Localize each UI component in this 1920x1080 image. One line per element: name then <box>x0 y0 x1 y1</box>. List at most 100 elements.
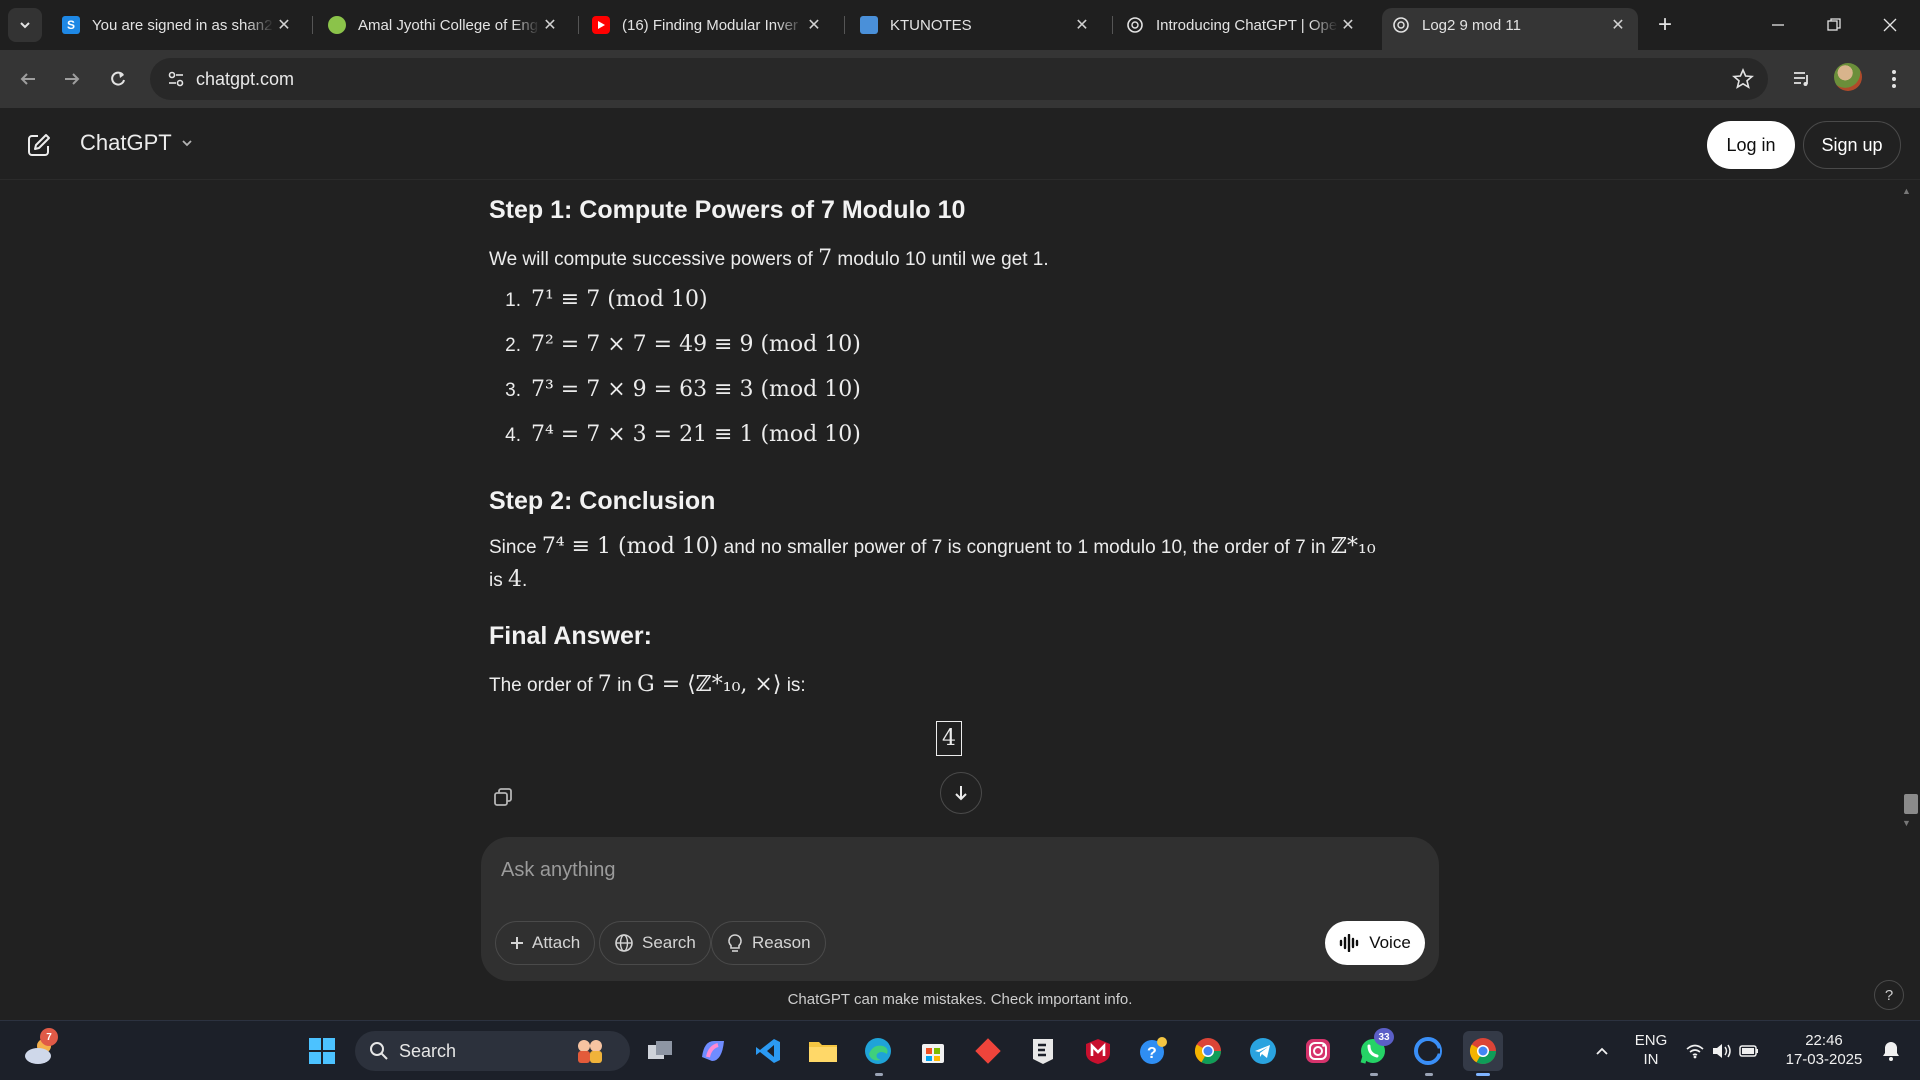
copy-button[interactable] <box>492 786 514 808</box>
reload-button[interactable] <box>102 63 134 95</box>
globe-icon <box>615 934 633 952</box>
copilot-icon[interactable] <box>693 1031 733 1071</box>
vscode-icon[interactable] <box>748 1031 788 1071</box>
model-selector[interactable]: ChatGPT <box>80 130 194 156</box>
show-hidden-icons-button[interactable] <box>1582 1031 1622 1071</box>
browser-tab[interactable]: (16) Finding Modular Inver ✕ <box>582 8 834 42</box>
brand-title: ChatGPT <box>80 130 172 155</box>
file-explorer-icon[interactable] <box>803 1031 843 1071</box>
forward-button[interactable] <box>56 63 88 95</box>
help-button[interactable]: ? <box>1874 980 1904 1010</box>
search-highlight-icon <box>574 1037 616 1070</box>
search-button[interactable]: Search <box>599 921 711 965</box>
browser-app-icon[interactable] <box>1408 1031 1448 1071</box>
close-icon[interactable]: ✕ <box>1608 15 1628 35</box>
edge-icon[interactable] <box>858 1031 898 1071</box>
voice-button[interactable]: Voice <box>1325 921 1425 965</box>
clock-time: 22:46 <box>1805 1032 1843 1049</box>
new-tab-button[interactable]: + <box>1650 10 1680 40</box>
list-item: 3. 7³ = 7 × 9 = 63 ≡ 3 (mod 10) <box>489 373 1439 418</box>
media-controls-button[interactable] <box>1786 63 1818 95</box>
close-window-button[interactable] <box>1862 0 1918 50</box>
chrome-icon[interactable] <box>1188 1031 1228 1071</box>
youtube-icon <box>592 16 610 34</box>
browser-tab-active[interactable]: Log2 9 mod 11 ✕ <box>1382 8 1638 50</box>
taskbar-search[interactable]: Search <box>355 1031 630 1071</box>
minimize-button[interactable] <box>1750 0 1806 50</box>
tab-separator <box>312 16 313 34</box>
intro-math: 7 <box>818 245 833 271</box>
search-icon <box>370 1042 388 1060</box>
new-chat-button[interactable] <box>22 128 56 162</box>
close-icon[interactable]: ✕ <box>1338 15 1358 35</box>
task-view-icon[interactable] <box>640 1031 680 1071</box>
final-math: G = ⟨ℤ*₁₀, ×⟩ <box>637 671 782 697</box>
login-button[interactable]: Log in <box>1707 121 1795 169</box>
restore-button[interactable] <box>1806 0 1862 50</box>
close-icon <box>1883 18 1897 32</box>
final-text: in <box>617 674 632 696</box>
s-letter-icon: S <box>62 16 80 34</box>
browser-tab-strip: S You are signed in as shan2 ✕ Amal Jyot… <box>0 0 1920 50</box>
message-composer[interactable]: Ask anything Attach Search Reason Voice <box>481 837 1439 981</box>
get-help-icon[interactable]: ? <box>1133 1031 1173 1071</box>
signup-button[interactable]: Sign up <box>1803 121 1901 169</box>
browser-tab[interactable]: Amal Jyothi College of Eng ✕ <box>318 8 570 42</box>
boxed-answer: 4 <box>936 720 962 756</box>
close-icon[interactable]: ✕ <box>540 15 560 35</box>
scrollbar-up-arrow[interactable]: ▲ <box>1902 186 1911 196</box>
back-button[interactable] <box>12 63 44 95</box>
tab-search-button[interactable] <box>8 8 42 42</box>
microsoft-store-icon[interactable] <box>913 1031 953 1071</box>
page-scrollbar-thumb[interactable] <box>1904 794 1918 814</box>
attach-button[interactable]: Attach <box>495 921 596 965</box>
close-icon[interactable]: ✕ <box>804 15 824 35</box>
epic-games-icon[interactable] <box>1023 1031 1063 1071</box>
reload-icon <box>111 71 125 86</box>
chrome-active-icon[interactable] <box>1463 1031 1503 1071</box>
prompt-input[interactable]: Ask anything <box>501 859 616 882</box>
final-math: 7 <box>597 671 612 697</box>
tab-title: You are signed in as shan2 <box>92 16 273 34</box>
chatgpt-header: ChatGPT <box>0 108 1920 180</box>
mcafee-icon[interactable] <box>1078 1031 1118 1071</box>
battery-icon <box>1739 1045 1758 1057</box>
site-info-icon[interactable] <box>156 58 196 100</box>
search-label: Search <box>642 933 696 952</box>
lightbulb-icon <box>728 934 742 952</box>
openai-icon <box>1126 16 1144 34</box>
region-label: IN <box>1643 1051 1659 1068</box>
start-button[interactable] <box>302 1031 342 1071</box>
voice-label: Voice <box>1369 933 1411 952</box>
copy-icon <box>494 788 512 806</box>
more-vertical-icon <box>1892 70 1896 88</box>
quick-settings-button[interactable] <box>1682 1031 1762 1071</box>
close-icon[interactable]: ✕ <box>274 15 294 35</box>
telegram-icon[interactable] <box>1243 1031 1283 1071</box>
notification-center-button[interactable] <box>1876 1031 1906 1071</box>
profile-avatar[interactable] <box>1834 63 1862 91</box>
openai-icon <box>1392 16 1410 34</box>
address-bar[interactable]: chatgpt.com <box>150 58 1768 100</box>
scroll-to-bottom-button[interactable] <box>940 772 982 814</box>
close-icon[interactable]: ✕ <box>1072 15 1092 35</box>
arrow-right-icon <box>65 73 80 85</box>
browser-tab[interactable]: KTUNOTES ✕ <box>850 8 1102 42</box>
instagram-icon[interactable] <box>1298 1031 1338 1071</box>
browser-menu-button[interactable] <box>1878 63 1910 95</box>
volume-icon <box>1713 1044 1731 1058</box>
browser-tab[interactable]: S You are signed in as shan2 ✕ <box>52 8 304 42</box>
anydesk-icon[interactable] <box>968 1031 1008 1071</box>
chevron-down-icon <box>182 140 192 147</box>
taskbar-search-label: Search <box>399 1040 457 1061</box>
windows-taskbar: 7 Search ? 33 ENG IN 22:46 17-03-2025 <box>0 1020 1920 1080</box>
bookmark-star-icon[interactable] <box>1732 67 1754 95</box>
tab-separator <box>1112 16 1113 34</box>
reason-button[interactable]: Reason <box>711 921 826 965</box>
scrollbar-down-arrow[interactable]: ▼ <box>1902 818 1911 828</box>
browser-tab[interactable]: Introducing ChatGPT | Ope ✕ <box>1116 8 1368 42</box>
input-language[interactable]: ENG IN <box>1626 1031 1676 1069</box>
attach-label: Attach <box>532 933 581 952</box>
clock[interactable]: 22:46 17-03-2025 <box>1774 1031 1874 1069</box>
language-label: ENG <box>1634 1032 1668 1049</box>
